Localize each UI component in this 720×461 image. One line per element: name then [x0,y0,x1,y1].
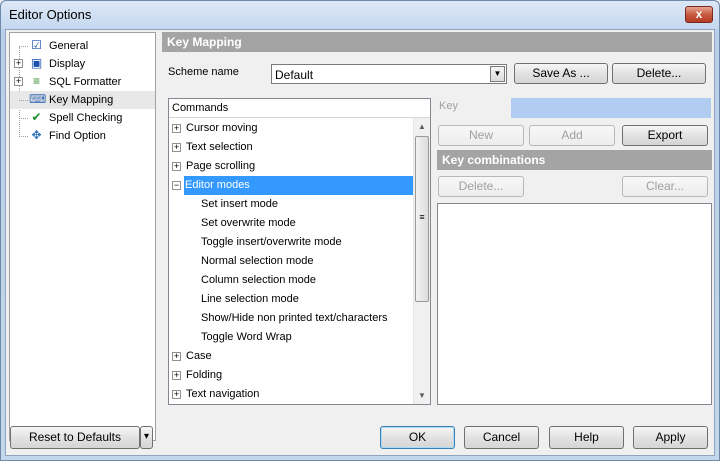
scroll-up-icon[interactable]: ▲ [414,118,430,135]
command-row[interactable]: Toggle insert/overwrite mode [201,233,414,252]
tree-item-label: SQL Formatter [49,76,122,88]
add-button[interactable]: Add [529,125,615,146]
key-label: Key [439,100,458,112]
command-group-row[interactable]: − Editor modes [169,176,414,195]
scroll-down-icon[interactable]: ▼ [414,387,430,404]
command-label: Text navigation [186,388,260,400]
command-label: Toggle Word Wrap [201,331,292,343]
tree-connector [19,46,28,47]
command-label: Case [186,350,212,362]
command-label: Cursor moving [186,122,258,134]
command-group-row[interactable]: + Page scrolling [169,157,414,176]
command-row[interactable]: Normal selection mode [201,252,414,271]
clear-button[interactable]: Clear... [622,176,708,197]
command-label: Editor modes [184,176,414,195]
tree-item-label: Display [49,58,86,70]
command-row[interactable]: Column selection mode [201,271,414,290]
display-icon: ▣ [30,56,43,70]
spell-check-icon: ✔ [31,110,42,124]
command-row[interactable]: Set overwrite mode [201,214,414,233]
sql-formatter-icon: ≡ [32,74,40,88]
general-icon: ☑ [31,38,42,52]
export-button[interactable]: Export [622,125,708,146]
reset-dropdown-icon[interactable]: ▾ [140,426,153,449]
tree-item-spell-checking[interactable]: ✔ Spell Checking [10,109,155,127]
tree-connector [19,136,28,137]
command-label: Folding [186,369,223,381]
key-input[interactable] [511,98,711,118]
command-label: Normal selection mode [201,255,314,267]
key-mapping-header: Key Mapping [162,32,712,52]
commands-scrollbar[interactable]: ▲ ≡ ▼ [413,118,430,404]
tree-item-sql-formatter[interactable]: + ≡ SQL Formatter [10,73,155,91]
command-row[interactable]: Toggle Word Wrap [201,328,414,347]
command-group-row[interactable]: + Cursor moving [169,119,414,138]
key-combinations-header: Key combinations [437,150,712,170]
command-group-row[interactable]: + Case [169,347,414,366]
command-label: Page scrolling [186,160,256,172]
scroll-thumb[interactable]: ≡ [415,136,429,302]
expand-icon[interactable]: + [172,124,181,133]
tree-connector [19,118,28,119]
tree-item-general[interactable]: ☑ General [10,37,155,55]
commands-header: Commands [169,99,430,118]
commands-list[interactable]: Commands + Cursor moving + Text selection + P… [168,98,431,405]
editor-options-window: Editor Options x ☑ General + ▣ Display +… [0,0,720,461]
command-label: Text selection [186,141,253,153]
key-mapping-icon: ⌨ [29,92,47,106]
find-option-icon: ✥ [31,128,42,142]
command-row[interactable]: Show/Hide non printed text/characters [201,309,414,328]
close-button[interactable]: x [685,6,713,23]
command-label: Show/Hide non printed text/characters [201,312,388,324]
tree-item-key-mapping[interactable]: ⌨ Key Mapping [10,91,155,109]
delete-combination-button[interactable]: Delete... [438,176,524,197]
chevron-down-icon[interactable]: ▼ [490,66,505,82]
scheme-name-value: Default [275,68,314,82]
expand-icon[interactable]: + [14,77,23,86]
tree-item-find-option[interactable]: ✥ Find Option [10,127,155,145]
expand-icon[interactable]: + [14,59,23,68]
new-button[interactable]: New [438,125,524,146]
tree-item-label: Key Mapping [49,94,114,106]
command-group-row[interactable]: + Text navigation [169,385,414,404]
expand-icon[interactable]: + [172,143,181,152]
tree-item-display[interactable]: + ▣ Display [10,55,155,73]
command-group-row[interactable]: + Folding [169,366,414,385]
options-tree: ☑ General + ▣ Display + ≡ SQL Formatter … [9,32,156,441]
command-label: Set overwrite mode [201,217,296,229]
scheme-name-label: Scheme name [168,66,239,78]
expand-icon[interactable]: + [172,162,181,171]
window-title: Editor Options [9,7,92,22]
save-as-button[interactable]: Save As ... [514,63,608,84]
command-label: Column selection mode [201,274,316,286]
expand-icon[interactable]: + [172,352,181,361]
tree-connector [19,100,28,101]
command-row[interactable]: Set insert mode [201,195,414,214]
title-bar[interactable]: Editor Options x [1,1,719,29]
key-combinations-list[interactable] [437,203,712,405]
help-button[interactable]: Help [549,426,624,449]
apply-button[interactable]: Apply [633,426,708,449]
expand-icon[interactable]: + [172,371,181,380]
tree-item-label: General [49,40,89,52]
command-label: Set insert mode [201,198,279,210]
tree-item-label: Spell Checking [49,112,123,124]
command-label: Line selection mode [201,293,299,305]
reset-to-defaults-button[interactable]: Reset to Defaults [10,426,140,449]
dialog-body: ☑ General + ▣ Display + ≡ SQL Formatter … [5,29,715,456]
cancel-button[interactable]: Cancel [464,426,539,449]
tree-item-label: Find Option [49,130,106,142]
delete-scheme-button[interactable]: Delete... [612,63,706,84]
scheme-name-select[interactable]: Default ▼ [271,64,507,84]
command-label: Toggle insert/overwrite mode [201,236,342,248]
command-row[interactable]: Line selection mode [201,290,414,309]
collapse-icon[interactable]: − [172,181,181,190]
command-group-row[interactable]: + Text selection [169,138,414,157]
ok-button[interactable]: OK [380,426,455,449]
expand-icon[interactable]: + [172,390,181,399]
